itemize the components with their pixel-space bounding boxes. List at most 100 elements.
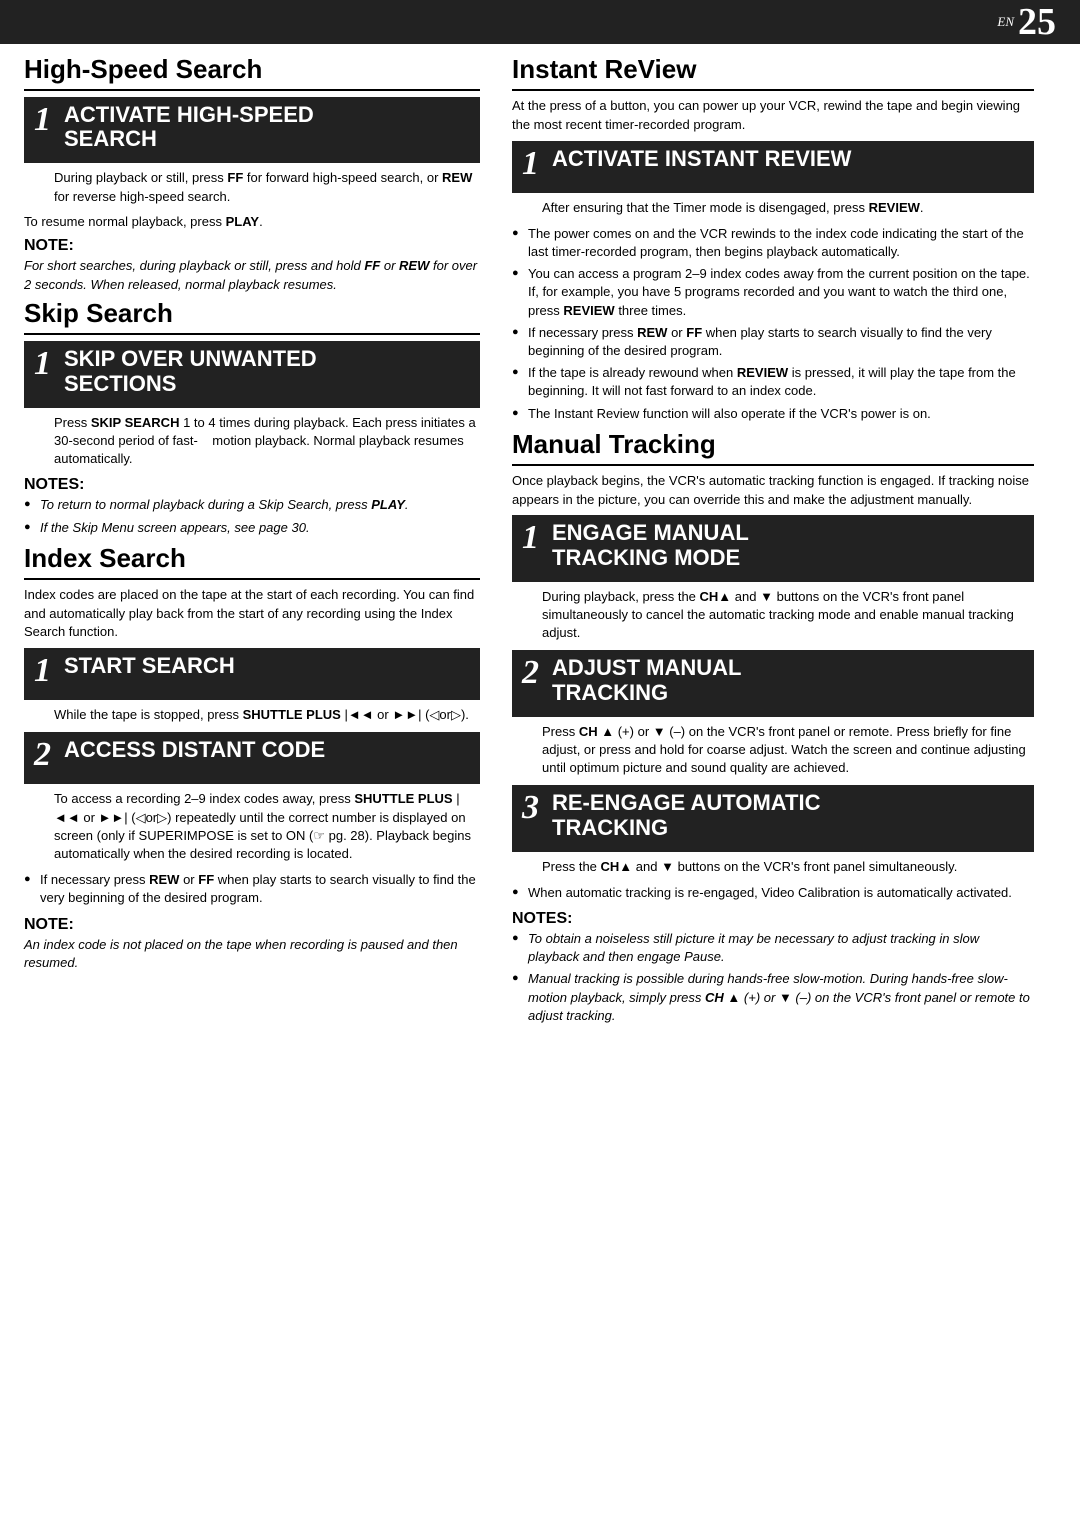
instant-review-step1-box-title: ACTIVATE INSTANT REVIEW [552,147,1024,171]
manual-tracking-step1-row: 1 ENGAGE MANUALTRACKING MODE [522,521,1024,569]
index-step2-row: 2 ACCESS DISTANT CODE [34,738,470,772]
index-step1-box-title: START SEARCH [64,654,470,678]
manual-tracking-step1-content: ENGAGE MANUALTRACKING MODE [552,521,1024,569]
instant-review-bullet-3: If necessary press REW or FF when play s… [512,324,1034,360]
high-speed-step1-row: 1 ACTIVATE HIGH-SPEEDSEARCH [34,103,470,151]
manual-tracking-step2-box: 2 ADJUST MANUALTRACKING [512,650,1034,716]
high-speed-step1-box: 1 ACTIVATE HIGH-SPEEDSEARCH [24,97,480,163]
skip-bullet-1: To return to normal playback during a Sk… [24,496,480,514]
manual-tracking-notes-bullet-2: Manual tracking is possible during hands… [512,970,1034,1025]
skip-step1-desc-row: Press SKIP SEARCH 1 to 4 times during pl… [24,414,480,469]
manual-tracking-divider [512,464,1034,466]
index-step1-desc: While the tape is stopped, press SHUTTLE… [24,706,480,724]
skip-step1-desc: Press SKIP SEARCH 1 to 4 times during pl… [24,414,480,469]
index-section-divider [24,578,480,580]
instant-review-bullet-4: If the tape is already rewound when REVI… [512,364,1034,400]
right-column: Instant ReView At the press of a button,… [504,54,1034,1031]
index-search-title: Index Search [24,543,480,574]
manual-tracking-notes-title: NOTES: [512,910,1034,928]
manual-tracking-bullet-1: When automatic tracking is re-engaged, V… [512,884,1034,902]
high-speed-step1-box-title: ACTIVATE HIGH-SPEEDSEARCH [64,103,470,151]
index-note-text: An index code is not placed on the tape … [24,936,480,974]
index-step2-block: 2 ACCESS DISTANT CODE To access a record… [24,732,480,863]
high-speed-note-title: NOTE: [24,237,480,255]
manual-tracking-step2-block: 2 ADJUST MANUALTRACKING Press CH ▲ (+) o… [512,650,1034,777]
left-column: High-Speed Search 1 ACTIVATE HIGH-SPEEDS… [24,54,504,1031]
index-step1-block: 1 START SEARCH While the tape is stopped… [24,648,480,724]
index-search-section: Index Search Index codes are placed on t… [24,543,480,974]
manual-tracking-step2-box-title: ADJUST MANUALTRACKING [552,656,1024,704]
index-search-intro: Index codes are placed on the tape at th… [24,586,480,643]
manual-tracking-step-number-1: 1 [522,521,552,555]
manual-tracking-step3-content: RE-ENGAGE AUTOMATICTRACKING [552,791,1024,839]
high-speed-step1-content: ACTIVATE HIGH-SPEEDSEARCH [64,103,470,151]
skip-step1-block: 1 SKIP OVER UNWANTEDSECTIONS Press SKIP … [24,341,480,468]
instant-review-step-number-1: 1 [522,147,552,181]
skip-step1-box: 1 SKIP OVER UNWANTEDSECTIONS [24,341,480,407]
instant-review-bullet-2: You can access a program 2–9 index codes… [512,265,1034,320]
instant-review-bullet-1: The power comes on and the VCR rewinds t… [512,225,1034,261]
manual-tracking-step3-box: 3 RE-ENGAGE AUTOMATICTRACKING [512,785,1034,851]
high-speed-note-text: For short searches, during playback or s… [24,257,480,295]
skip-bullet-2: If the Skip Menu screen appears, see pag… [24,519,480,537]
manual-tracking-step2-content: ADJUST MANUALTRACKING [552,656,1024,704]
instant-review-step1-block: 1 ACTIVATE INSTANT REVIEW After ensuring… [512,141,1034,217]
index-bullet-list: If necessary press REW or FF when play s… [24,871,480,907]
manual-tracking-step1-box: 1 ENGAGE MANUALTRACKING MODE [512,515,1034,581]
manual-tracking-step2-desc-row: Press CH ▲ (+) or ▼ (–) on the VCR's fro… [512,723,1034,778]
instant-review-step1-desc: After ensuring that the Timer mode is di… [512,199,1034,217]
index-step2-box: 2 ACCESS DISTANT CODE [24,732,480,784]
manual-tracking-step3-block: 3 RE-ENGAGE AUTOMATICTRACKING Press the … [512,785,1034,876]
manual-tracking-section: Manual Tracking Once playback begins, th… [512,429,1034,1025]
instant-review-title: Instant ReView [512,54,1034,85]
manual-tracking-intro: Once playback begins, the VCR's automati… [512,472,1034,510]
instant-review-step1-row: 1 ACTIVATE INSTANT REVIEW [522,147,1024,181]
manual-tracking-step-number-2: 2 [522,656,552,690]
page-number: 25 [1018,3,1056,41]
manual-tracking-step1-desc: During playback, press the CH▲ and ▼ but… [512,588,1034,643]
skip-notes-title: NOTES: [24,476,480,494]
skip-step1-box-title: SKIP OVER UNWANTEDSECTIONS [64,347,470,395]
index-step1-box: 1 START SEARCH [24,648,480,700]
index-step-number-2: 2 [34,738,64,772]
instant-review-intro: At the press of a button, you can power … [512,97,1034,135]
index-step2-desc-row: To access a recording 2–9 index codes aw… [24,790,480,863]
high-speed-step1-desc-row: During playback or still, press FF for f… [24,169,480,205]
index-note-title: NOTE: [24,916,480,934]
manual-tracking-notes-bullet-1: To obtain a noiseless still picture it m… [512,930,1034,966]
index-step2-desc: To access a recording 2–9 index codes aw… [24,790,480,863]
instant-review-bullets: The power comes on and the VCR rewinds t… [512,225,1034,423]
skip-step1-content: SKIP OVER UNWANTEDSECTIONS [64,347,470,395]
instant-review-step1-content: ACTIVATE INSTANT REVIEW [552,147,1024,171]
high-speed-step1-desc: During playback or still, press FF for f… [24,169,480,205]
index-bullet-1: If necessary press REW or FF when play s… [24,871,480,907]
skip-step-number-1: 1 [34,347,64,381]
manual-tracking-step3-desc-row: Press the CH▲ and ▼ buttons on the VCR's… [512,858,1034,876]
manual-tracking-notes-list: To obtain a noiseless still picture it m… [512,930,1034,1025]
index-step-number-1: 1 [34,654,64,688]
manual-tracking-step1-desc-row: During playback, press the CH▲ and ▼ but… [512,588,1034,643]
high-speed-step1-block: 1 ACTIVATE HIGH-SPEEDSEARCH During playb… [24,97,480,206]
high-speed-search-section: High-Speed Search 1 ACTIVATE HIGH-SPEEDS… [24,54,480,294]
manual-tracking-step2-desc: Press CH ▲ (+) or ▼ (–) on the VCR's fro… [512,723,1034,778]
manual-tracking-step3-row: 3 RE-ENGAGE AUTOMATICTRACKING [522,791,1024,839]
page-header: EN 25 [0,0,1080,44]
index-step2-content: ACCESS DISTANT CODE [64,738,470,762]
skip-step1-row: 1 SKIP OVER UNWANTEDSECTIONS [34,347,470,395]
index-step1-desc-row: While the tape is stopped, press SHUTTLE… [24,706,480,724]
high-speed-search-title: High-Speed Search [24,54,480,85]
manual-tracking-title: Manual Tracking [512,429,1034,460]
manual-tracking-bullets: When automatic tracking is re-engaged, V… [512,884,1034,902]
index-step2-box-title: ACCESS DISTANT CODE [64,738,470,762]
instant-review-divider [512,89,1034,91]
manual-tracking-step-number-3: 3 [522,791,552,825]
section-divider [24,89,480,91]
instant-review-step1-box: 1 ACTIVATE INSTANT REVIEW [512,141,1034,193]
manual-tracking-step1-block: 1 ENGAGE MANUALTRACKING MODE During play… [512,515,1034,642]
skip-search-title: Skip Search [24,298,480,329]
instant-review-step1-desc-row: After ensuring that the Timer mode is di… [512,199,1034,217]
skip-section-divider [24,333,480,335]
manual-tracking-step3-desc: Press the CH▲ and ▼ buttons on the VCR's… [512,858,1034,876]
step-number-1: 1 [34,103,64,137]
manual-tracking-step2-row: 2 ADJUST MANUALTRACKING [522,656,1024,704]
